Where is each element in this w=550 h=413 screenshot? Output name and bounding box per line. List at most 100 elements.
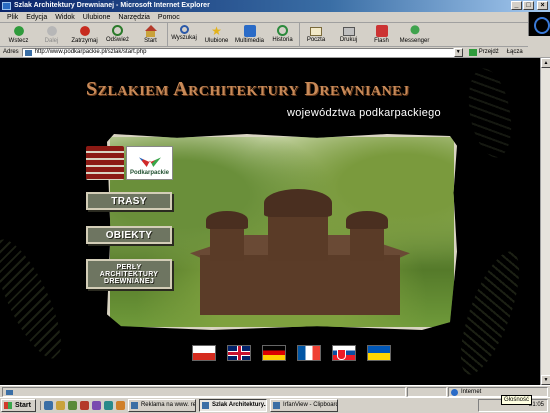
stop-button[interactable]: Zatrzymaj (68, 23, 101, 47)
back-button[interactable]: Wstecz (2, 23, 35, 47)
site-subtitle: województwa podkarpackiego (287, 107, 441, 119)
status-bar: Internet (0, 385, 550, 397)
vertical-scrollbar[interactable]: ▲ ▼ (540, 58, 550, 385)
go-button[interactable]: Przejdź (468, 48, 499, 56)
stop-icon (78, 25, 91, 37)
forward-label: Dalej (44, 38, 59, 44)
quicklaunch-desktop-icon[interactable] (67, 401, 77, 410)
quicklaunch-app-icon[interactable] (79, 401, 89, 410)
address-bar: Adres http://www.podkarpackie.pl/szlak/s… (0, 47, 550, 58)
taskbar-item-szlak[interactable]: Szlak Architektury... (198, 399, 267, 412)
wooden-church-illustration (190, 189, 410, 325)
toolbar: Wstecz Dalej Zatrzymaj Odśwież Start Wys… (0, 23, 528, 47)
flash-button[interactable]: Flash (365, 23, 398, 47)
flag-ukrainian[interactable] (367, 345, 391, 361)
mail-icon (310, 27, 322, 36)
menu-pomoc[interactable]: Pomoc (154, 12, 184, 22)
history-icon (277, 25, 288, 36)
address-label: Adres (3, 49, 19, 55)
church-dome-main (264, 189, 332, 217)
go-label: Przejdź (478, 49, 499, 55)
scroll-up-icon[interactable]: ▲ (541, 58, 550, 68)
media-icon (243, 25, 256, 37)
search-button[interactable]: Wyszukaj (167, 23, 200, 47)
quicklaunch-ie-icon[interactable] (43, 401, 53, 410)
media-label: Multimedia (234, 38, 264, 44)
fern-decoration (0, 231, 74, 367)
podkarpackie-logo-text: Podkarpackie (129, 170, 170, 176)
back-arrow-icon (12, 25, 25, 37)
menu-narzedzia[interactable]: Narzędzia (114, 12, 154, 22)
search-icon (179, 25, 189, 34)
menu-edycja[interactable]: Edycja (22, 12, 51, 22)
podkarpackie-logo-mark (139, 157, 161, 167)
print-button[interactable]: Drukuj (332, 23, 365, 47)
flash-label: Flash (374, 38, 389, 44)
print-icon (342, 27, 355, 36)
flag-french[interactable] (297, 345, 321, 361)
print-label: Drukuj (339, 37, 358, 43)
menu-bar: Plik Edycja Widok Ulubione Narzędzia Pom… (0, 12, 550, 23)
flag-english[interactable] (227, 345, 251, 361)
messenger-button[interactable]: Messenger (398, 23, 431, 47)
flag-polish[interactable] (192, 345, 216, 361)
volume-tooltip: Głośność (500, 395, 532, 405)
status-text (2, 386, 406, 397)
church-dome-left (206, 211, 248, 229)
taskbar-item-irfanview[interactable]: IrfanView - Clipboard (... (269, 399, 338, 412)
history-button[interactable]: Historia (266, 23, 299, 47)
refresh-button[interactable]: Odśwież (101, 23, 134, 47)
nav-trasy-button[interactable]: TRASY (86, 192, 172, 210)
page-viewport: Szlakiem Architektury Drewnianej wojewód… (0, 58, 550, 385)
messenger-label: Messenger (399, 38, 430, 44)
mail-label: Poczta (306, 37, 326, 43)
start-button[interactable]: Start (1, 399, 36, 412)
church-nave (200, 255, 400, 315)
history-label: Historia (272, 37, 293, 43)
region-badge[interactable]: Podkarpackie (86, 146, 176, 180)
scroll-down-icon[interactable]: ▼ (541, 375, 550, 385)
forward-arrow-icon (45, 25, 58, 37)
links-button[interactable]: Łącza (507, 49, 523, 55)
quick-launch (39, 401, 125, 410)
back-label: Wstecz (8, 38, 29, 44)
close-button[interactable]: × (537, 1, 548, 10)
security-zone: Internet (448, 386, 548, 397)
menu-widok[interactable]: Widok (51, 12, 78, 22)
quicklaunch-app-icon[interactable] (91, 401, 101, 410)
stop-label: Zatrzymaj (71, 38, 98, 44)
quicklaunch-folder-icon[interactable] (55, 401, 65, 410)
favorites-label: Ulubione (204, 38, 229, 44)
window-titlebar: Szlak Architektury Drewnianej - Microsof… (0, 0, 550, 12)
flag-slovak[interactable] (332, 345, 356, 361)
address-dropdown-button[interactable]: ▼ (453, 47, 463, 57)
favorites-button[interactable]: ★ Ulubione (200, 23, 233, 47)
forward-button[interactable]: Dalej (35, 23, 68, 47)
home-button[interactable]: Start (134, 23, 167, 47)
taskbar-item-reklama[interactable]: Reklama na www. real... (127, 399, 196, 412)
window-title: Szlak Architektury Drewnianej - Microsof… (14, 2, 210, 9)
quicklaunch-app-icon[interactable] (103, 401, 113, 410)
site-title: Szlakiem Architektury Drewnianej (86, 78, 410, 100)
mail-button[interactable]: Poczta (299, 23, 332, 47)
nav-obiekty-button[interactable]: OBIEKTY (86, 226, 172, 244)
favorites-icon: ★ (211, 24, 222, 38)
flag-german[interactable] (262, 345, 286, 361)
quicklaunch-app-icon[interactable] (115, 401, 125, 410)
address-input[interactable]: http://www.podkarpackie.pl/szlak/start.p… (21, 47, 454, 57)
menu-plik[interactable]: Plik (3, 12, 22, 22)
nav-perly-button[interactable]: PERŁY ARCHITEKTURY DREWNIANEJ (86, 259, 172, 289)
messenger-icon (408, 25, 421, 37)
address-url: http://www.podkarpackie.pl/szlak/start.p… (34, 48, 147, 55)
ie-window-icon (2, 2, 11, 10)
menu-ulubione[interactable]: Ulubione (79, 12, 115, 22)
media-button[interactable]: Multimedia (233, 23, 266, 47)
window-controls: _ □ × (511, 1, 548, 10)
perly-line-2: ARCHITEKTURY (99, 270, 159, 278)
maximize-button[interactable]: □ (523, 1, 534, 10)
flash-icon (375, 25, 388, 37)
perly-line-1: PERŁY (116, 263, 142, 271)
home-label: Start (144, 38, 157, 44)
fern-decoration (448, 245, 532, 381)
minimize-button[interactable]: _ (511, 1, 522, 10)
